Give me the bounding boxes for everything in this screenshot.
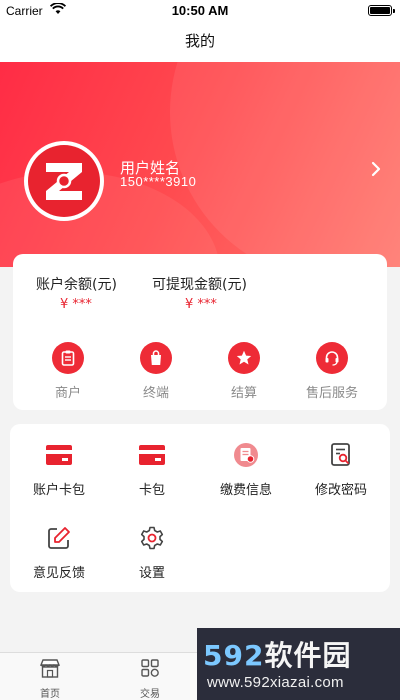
menu-item-label: 结算 [230, 386, 257, 401]
watermark-text: 软件园 [264, 639, 352, 672]
chevron-right-icon[interactable] [364, 155, 388, 183]
menu-item-terminal[interactable]: 终端 [111, 342, 201, 401]
service-label: 卡包 [138, 483, 165, 498]
site-watermark: 592软件园 www.592xiazai.com [197, 628, 400, 700]
menu-item-label: 终端 [142, 386, 169, 401]
service-label: 账户卡包 [32, 483, 85, 498]
withdrawable-label: 可提现金额(元) [152, 277, 247, 293]
service-label: 意见反馈 [32, 566, 85, 581]
menu-item-label: 售后服务 [305, 386, 358, 401]
withdrawable-value: ¥ *** [185, 297, 217, 312]
service-change-password[interactable]: 修改密码 [293, 440, 389, 498]
menu-item-after-sales[interactable]: 售后服务 [287, 342, 377, 401]
watermark-logo: 592软件园 [203, 634, 351, 674]
balance-value: ¥ *** [60, 297, 92, 312]
clock: 10:50 AM [171, 3, 229, 18]
store-icon [39, 659, 61, 678]
user-phone: 150****3910 [120, 174, 197, 189]
menu-item-settlement[interactable]: 结算 [199, 342, 289, 401]
service-account-cards[interactable]: 账户卡包 [11, 440, 107, 498]
tab-transactions[interactable]: 交易 [110, 657, 190, 700]
grid-icon [141, 659, 159, 677]
gear-icon [140, 526, 164, 550]
tab-label: 交易 [140, 689, 160, 700]
star-icon [236, 350, 252, 365]
bill-icon [234, 443, 258, 467]
service-settings[interactable]: 设置 [104, 523, 200, 581]
card-icon [139, 445, 165, 465]
edit-icon [48, 527, 70, 549]
status-bar: Carrier 10:50 AM [0, 0, 400, 22]
watermark-url: www.592xiazai.com [207, 674, 344, 691]
watermark-number: 592 [203, 639, 265, 672]
tab-label: 首页 [40, 689, 60, 700]
balance-label: 账户余额(元) [36, 277, 117, 293]
headset-icon [325, 351, 339, 366]
menu-item-merchant[interactable]: 商户 [23, 342, 113, 401]
menu-item-label: 商户 [54, 386, 81, 401]
service-label: 设置 [138, 566, 165, 581]
service-feedback[interactable]: 意见反馈 [11, 523, 107, 581]
clipboard-icon [61, 350, 75, 366]
battery-icon [368, 5, 395, 16]
service-card-wallet[interactable]: 卡包 [104, 440, 200, 498]
shopping-bag-icon [151, 350, 161, 365]
service-payment-info[interactable]: 缴费信息 [198, 440, 294, 498]
page-title: 我的 [0, 22, 400, 62]
document-search-icon [331, 443, 350, 466]
card-icon [46, 445, 72, 465]
avatar[interactable] [24, 141, 104, 221]
service-label: 缴费信息 [219, 483, 272, 498]
z-logo-icon [46, 163, 82, 200]
service-label: 修改密码 [314, 483, 367, 498]
tab-home[interactable]: 首页 [10, 657, 90, 700]
